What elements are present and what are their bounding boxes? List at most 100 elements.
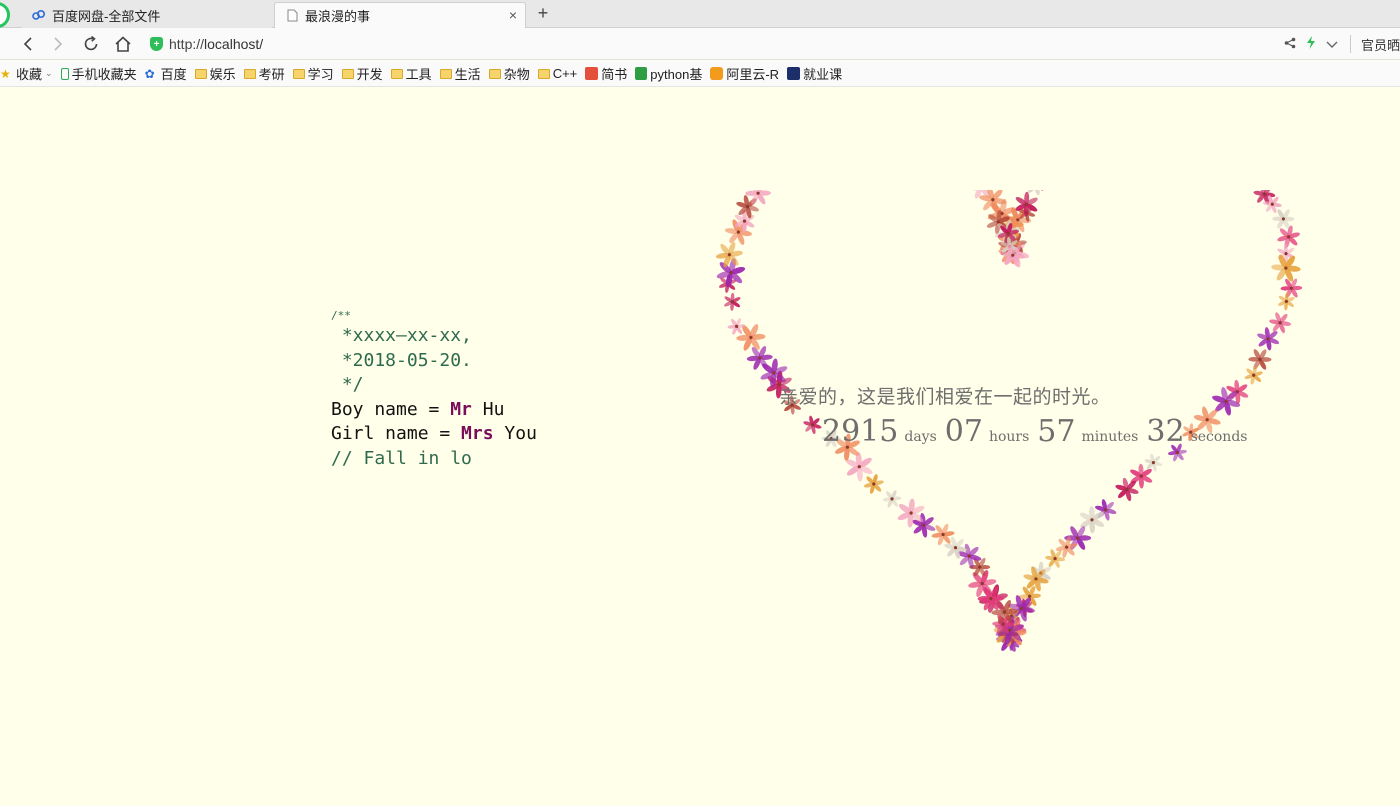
lightning-icon[interactable]: [1306, 36, 1316, 52]
bookmark-label: 学习: [307, 67, 334, 82]
forward-button[interactable]: [46, 32, 70, 56]
phone-icon: [60, 67, 69, 80]
bookmark-jianshu[interactable]: 简书: [585, 64, 627, 83]
heart-flower: [1041, 190, 1044, 191]
bookmark-aliyun[interactable]: 阿里云-R: [710, 64, 779, 83]
bookmark-label: 娱乐: [209, 67, 236, 82]
heart-flower: [1248, 349, 1272, 370]
back-button[interactable]: [16, 32, 40, 56]
bookmark-mobile[interactable]: 手机收藏夹: [60, 64, 137, 83]
tab-label: 最浪漫的事: [305, 9, 371, 24]
jianshu-icon: [585, 67, 599, 80]
chevron-down-icon: ⌄: [45, 68, 53, 78]
bookmark-folder-dev[interactable]: 开发: [341, 64, 383, 83]
heart-flower: [727, 318, 746, 335]
address-bar[interactable]: + http:// localhost/: [150, 31, 1280, 57]
bookmark-course[interactable]: 就业课: [787, 64, 842, 83]
typed-code-block: /** *xxxx—xx-xx, *2018-05-20. */ Boy nam…: [331, 308, 537, 471]
bookmark-label: 生活: [454, 67, 481, 82]
toolbar-divider: [1349, 35, 1351, 53]
news-ticker-text[interactable]: 官员晒: [1361, 35, 1400, 54]
course-icon: [787, 67, 801, 80]
bookmark-baidu[interactable]: ✿ 百度: [145, 64, 187, 83]
bookmark-label: 工具: [405, 67, 432, 82]
code-keyword: Mrs: [461, 423, 494, 444]
home-icon: [115, 36, 131, 52]
code-comment-close: */: [331, 374, 364, 395]
folder-icon: [390, 68, 403, 79]
url-host: localhost/: [204, 36, 264, 52]
bookmark-folder-tools[interactable]: 工具: [390, 64, 432, 83]
browser-logo-icon[interactable]: [0, 2, 10, 28]
bookmark-label: 收藏: [16, 67, 43, 82]
heart-flower: [863, 474, 884, 494]
url-protocol: http://: [169, 36, 205, 52]
bookmark-python[interactable]: python基: [635, 64, 702, 83]
bookmark-favorites[interactable]: ★ 收藏 ⌄: [0, 64, 53, 83]
new-tab-button[interactable]: +: [534, 3, 552, 24]
forward-arrow-icon: [54, 37, 63, 51]
folder-icon: [537, 68, 550, 79]
girl-name-line: Girl name = Mrs You: [331, 423, 537, 444]
code-text: Hu: [471, 398, 505, 420]
bookmark-folder-study[interactable]: 学习: [292, 64, 334, 83]
code-text: Girl name =: [331, 423, 462, 444]
code-keyword: Mr: [450, 398, 472, 420]
bookmark-label: 开发: [356, 67, 383, 82]
folder-icon: [292, 68, 305, 79]
bookmark-label: 就业课: [803, 67, 843, 82]
elapsed-time-counter: 2915 days 07 hours 57 minutes 32 seconds: [822, 414, 1255, 449]
folder-icon: [341, 68, 354, 79]
heart-flower: [1269, 312, 1292, 334]
bookmark-folder-life[interactable]: 生活: [439, 64, 481, 83]
days-value: 2915: [822, 414, 899, 449]
chevron-down-icon[interactable]: [1326, 37, 1338, 52]
tab-baidu-pan[interactable]: 百度网盘-全部文件: [22, 2, 272, 28]
folder-icon: [243, 68, 256, 79]
back-arrow-icon: [23, 37, 32, 51]
tab-romantic[interactable]: 最浪漫的事 ×: [274, 2, 526, 28]
close-icon[interactable]: ×: [509, 7, 517, 23]
bookmark-folder-misc[interactable]: 杂物: [488, 64, 530, 83]
page-icon: [285, 9, 299, 23]
heart-flower: [803, 415, 822, 435]
boy-name-line: Boy name = Mr Hu: [331, 399, 504, 420]
folder-icon: [488, 68, 501, 79]
refresh-button[interactable]: [79, 32, 103, 56]
minutes-value: 57: [1037, 414, 1076, 449]
bookmark-label: 阿里云-R: [726, 67, 780, 82]
toolbar-right: 官员晒: [1274, 28, 1400, 60]
aliyun-icon: [710, 67, 724, 80]
bookmark-folder-entertainment[interactable]: 娱乐: [194, 64, 236, 83]
code-text: Boy name =: [331, 398, 451, 420]
tab-bar: 百度网盘-全部文件 最浪漫的事 × +: [0, 0, 1400, 28]
share-icon[interactable]: [1284, 37, 1296, 52]
heart-flower: [1144, 453, 1163, 472]
secure-shield-icon: +: [150, 37, 163, 51]
days-unit: days: [904, 429, 937, 445]
code-date: *2018-05-20.: [331, 349, 472, 371]
code-date-placeholder: *xxxx—xx-xx,: [331, 325, 472, 346]
folder-icon: [194, 68, 207, 79]
bookmark-label: 考研: [258, 67, 285, 82]
home-button[interactable]: [111, 32, 135, 56]
code-text: You: [493, 423, 537, 444]
bookmark-folder-cpp[interactable]: C++: [537, 66, 577, 81]
hours-unit: hours: [988, 429, 1030, 445]
minutes-unit: minutes: [1081, 429, 1139, 445]
baidu-cloud-icon: [32, 8, 46, 22]
seconds-value: 32: [1146, 414, 1185, 449]
flower-heart: [715, 190, 1303, 652]
bookmark-label: 杂物: [503, 67, 530, 82]
bookmark-folder-exam[interactable]: 考研: [243, 64, 285, 83]
heart-flower: [724, 292, 741, 311]
heart-flower: [1257, 327, 1280, 351]
code-fall-in-love-line: // Fall in lo: [331, 447, 472, 469]
love-message: 亲爱的，这是我们相爱在一起的时光。: [779, 386, 1111, 408]
code-comment-open: /**: [331, 309, 351, 322]
navigation-bar: + http:// localhost/ 官员晒: [0, 28, 1400, 60]
hours-value: 07: [944, 414, 983, 449]
bookmarks-bar: ★ 收藏 ⌄ 手机收藏夹 ✿ 百度 娱乐 考研 学习 开发 工具 生活 杂物 C…: [0, 61, 1400, 87]
python-book-icon: [635, 67, 648, 80]
bookmark-label: 百度: [160, 67, 187, 82]
